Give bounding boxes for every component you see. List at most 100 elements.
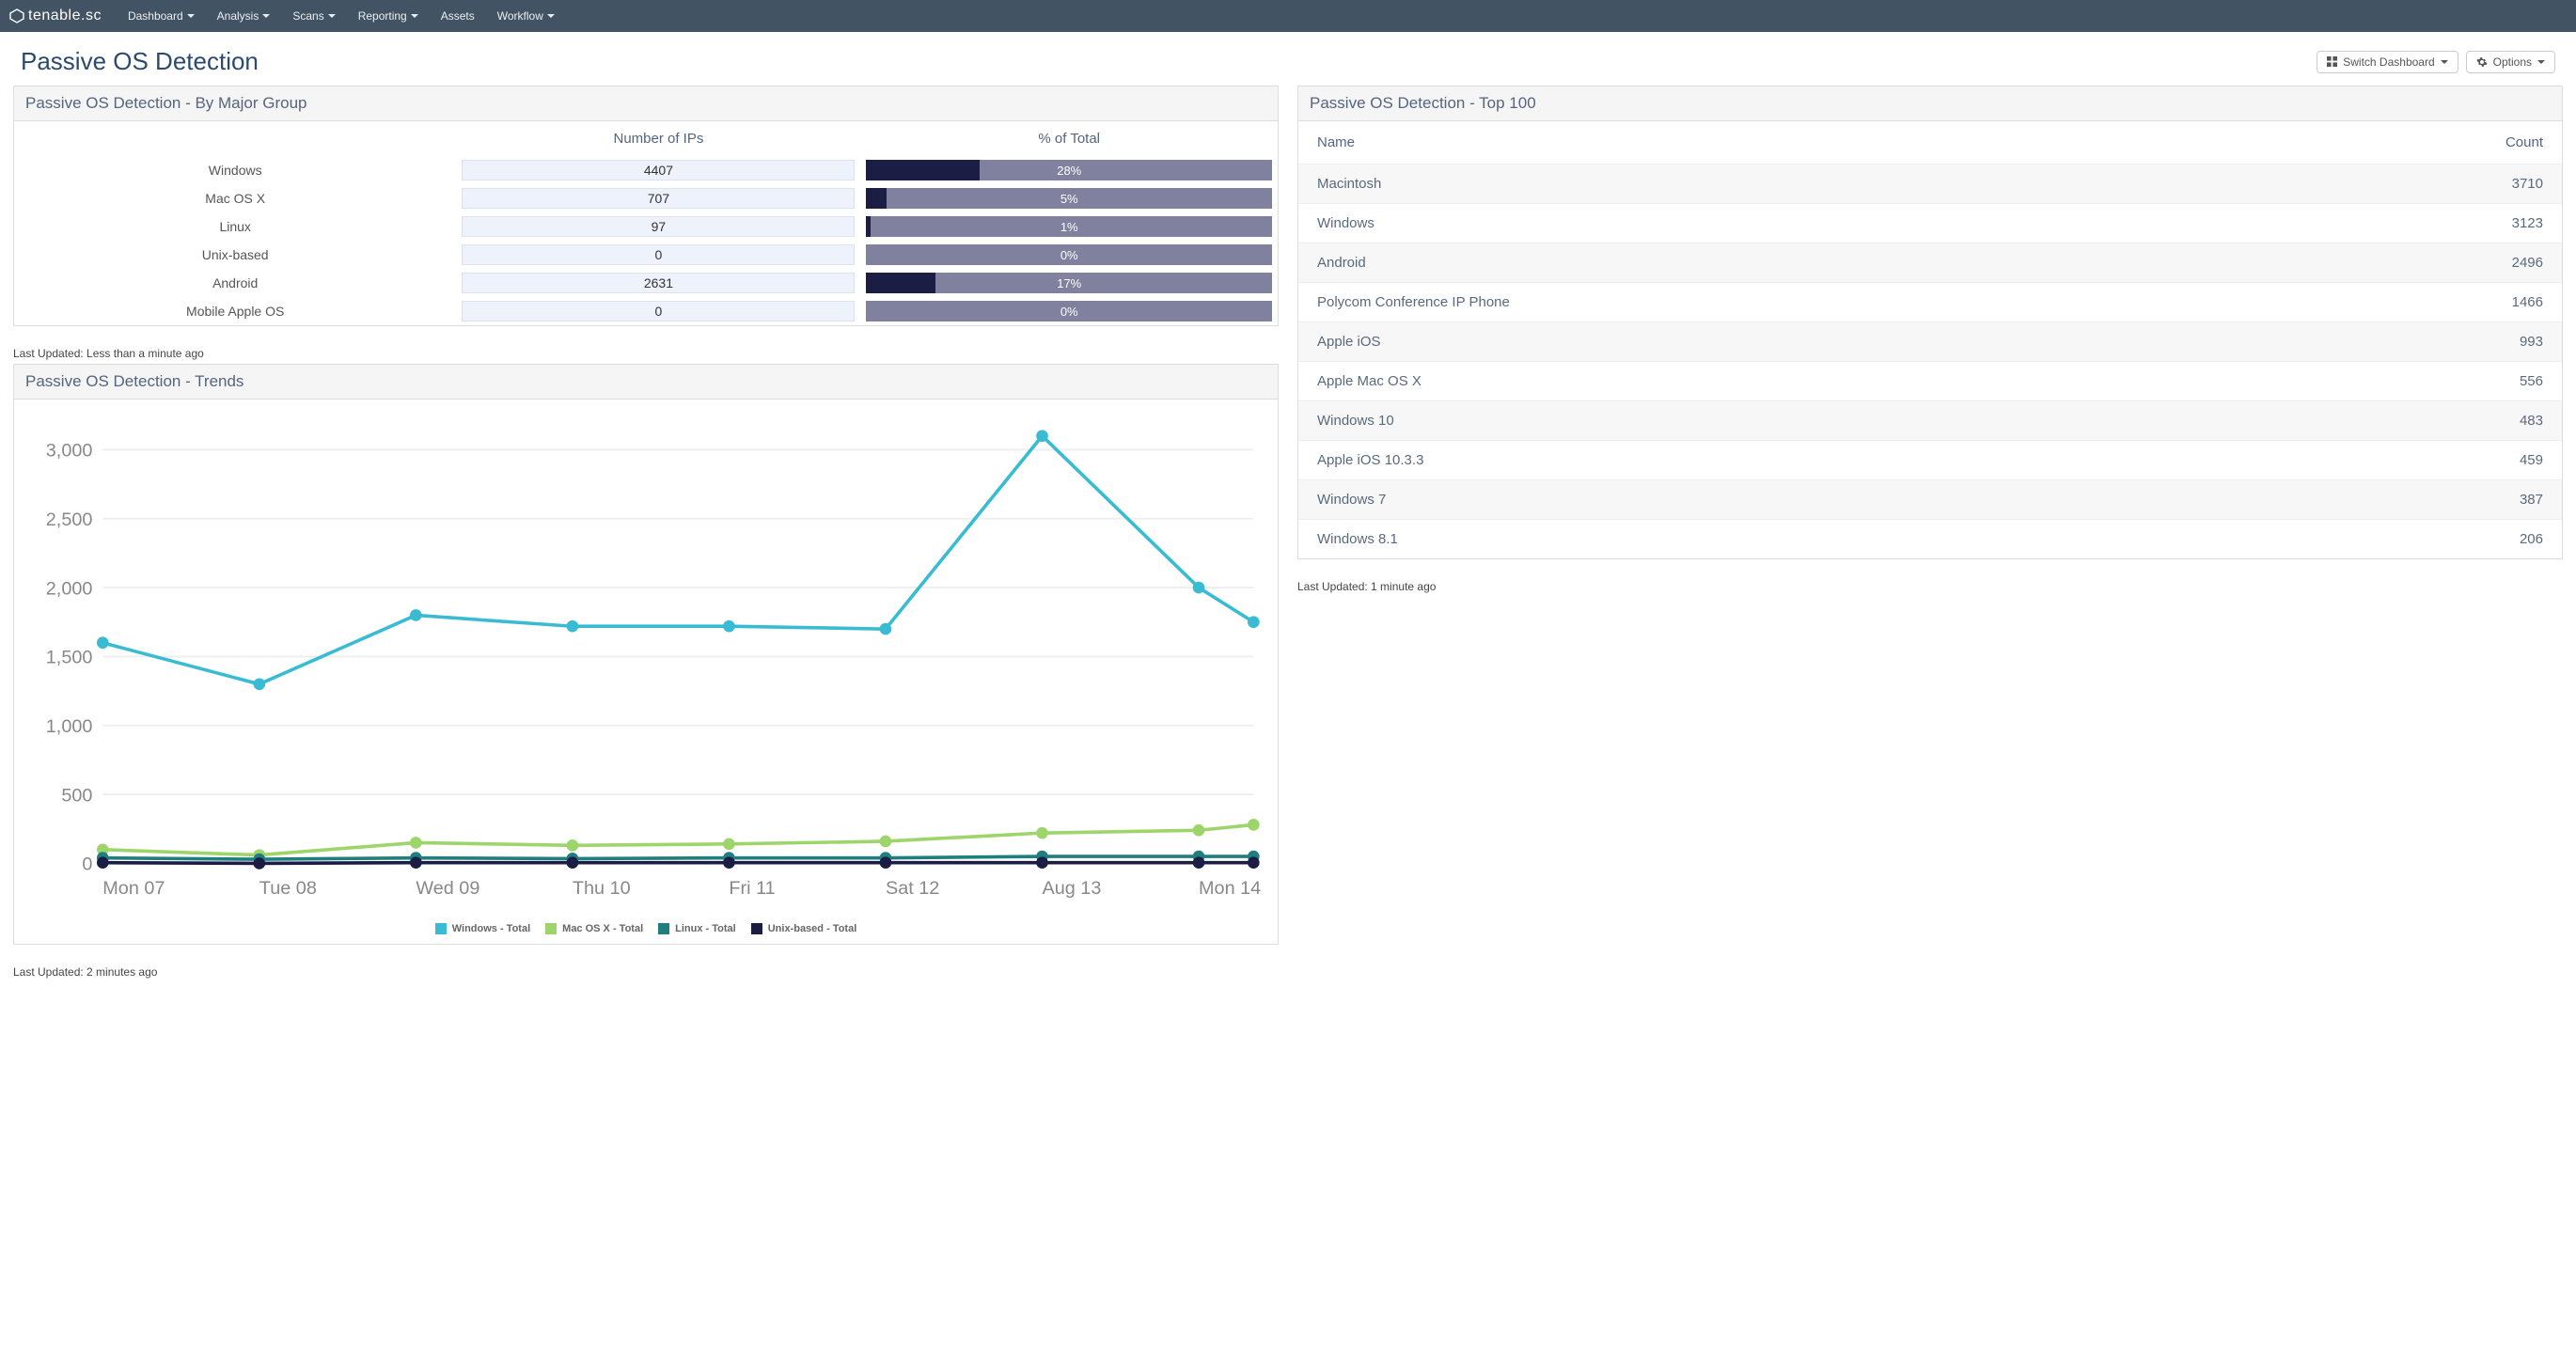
pct-bar: 1% [866, 216, 1272, 237]
table-row[interactable]: Polycom Conference IP Phone 1466 [1298, 283, 2562, 322]
svg-text:1,500: 1,500 [46, 648, 93, 668]
panel-major-group: Passive OS Detection - By Major Group Nu… [13, 86, 1279, 326]
table-row[interactable]: Apple iOS 10.3.3 459 [1298, 441, 2562, 480]
panel-trends: Passive OS Detection - Trends 05001,0001… [13, 364, 1279, 945]
legend-swatch [751, 923, 762, 934]
brand[interactable]: tenable.sc [9, 8, 102, 24]
os-count: 206 [2251, 520, 2562, 559]
svg-text:Mon 07: Mon 07 [102, 878, 165, 899]
legend-swatch [435, 923, 447, 934]
table-row[interactable]: Macintosh 3710 [1298, 165, 2562, 204]
os-name: Macintosh [1298, 165, 2251, 204]
svg-text:Mon 14: Mon 14 [1199, 878, 1261, 899]
table-row[interactable]: Linux 97 1% [14, 212, 1278, 241]
svg-text:Thu 10: Thu 10 [573, 878, 631, 899]
table-row[interactable]: Apple iOS 993 [1298, 322, 2562, 362]
grid-icon [2327, 56, 2337, 67]
col-count: Count [2251, 121, 2562, 165]
trends-legend: Windows - Total Mac OS X - Total Linux - T… [18, 917, 1274, 940]
table-row[interactable]: Unix-based 0 0% [14, 241, 1278, 269]
main-nav: DashboardAnalysis Scans Reporting Assets Wor… [117, 9, 566, 23]
legend-item[interactable]: Mac OS X - Total [545, 923, 643, 934]
table-row[interactable]: Windows 8.1 206 [1298, 520, 2562, 559]
top100-footer: Last Updated: 1 minute ago [1297, 576, 2563, 597]
table-row[interactable]: Windows 3123 [1298, 204, 2562, 243]
table-row[interactable]: Mobile Apple OS 0 0% [14, 297, 1278, 325]
page-header: Passive OS Detection Switch Dashboard Op… [0, 32, 2576, 80]
os-name: Windows 7 [1298, 480, 2251, 520]
page-title: Passive OS Detection [21, 47, 259, 76]
chevron-down-icon [2441, 60, 2448, 64]
table-row[interactable]: Mac OS X 707 5% [14, 184, 1278, 212]
ip-count: 2631 [462, 273, 855, 293]
topbar: tenable.sc DashboardAnalysis Scans Reporti… [0, 0, 2576, 32]
os-count: 459 [2251, 441, 2562, 480]
pct-bar: 0% [866, 244, 1272, 265]
svg-text:3,000: 3,000 [46, 441, 93, 462]
os-name: Apple Mac OS X [1298, 362, 2251, 401]
nav-item-scans[interactable]: Scans [281, 9, 346, 23]
os-name: Apple iOS 10.3.3 [1298, 441, 2251, 480]
nav-item-dashboard[interactable]: Dashboard [117, 9, 206, 23]
gear-icon [2476, 56, 2488, 68]
ip-count: 4407 [462, 160, 855, 180]
col-name: Name [1298, 121, 2251, 165]
os-name: Windows 8.1 [1298, 520, 2251, 559]
svg-text:2,000: 2,000 [46, 578, 93, 599]
os-label: Windows [14, 156, 456, 184]
os-name: Windows [1298, 204, 2251, 243]
legend-label: Windows - Total [452, 923, 530, 934]
legend-item[interactable]: Linux - Total [658, 923, 736, 934]
ip-count: 0 [462, 244, 855, 265]
svg-text:1,000: 1,000 [46, 716, 93, 737]
nav-label: Assets [441, 9, 475, 23]
pct-bar: 28% [866, 160, 1272, 180]
options-button[interactable]: Options [2466, 51, 2555, 73]
chevron-down-icon [411, 14, 418, 18]
svg-text:Aug 13: Aug 13 [1042, 878, 1101, 899]
os-count: 3710 [2251, 165, 2562, 204]
svg-text:Fri 11: Fri 11 [729, 878, 775, 899]
ip-count: 707 [462, 188, 855, 209]
table-row[interactable]: Android 2496 [1298, 243, 2562, 283]
panel-header: Passive OS Detection - Trends [14, 365, 1278, 400]
table-row[interactable]: Apple Mac OS X 556 [1298, 362, 2562, 401]
os-label: Unix-based [14, 241, 456, 269]
panel-header: Passive OS Detection - Top 100 [1298, 86, 2562, 121]
ip-count: 97 [462, 216, 855, 237]
table-row[interactable]: Windows 7 387 [1298, 480, 2562, 520]
legend-swatch [658, 923, 669, 934]
chevron-down-icon [328, 14, 336, 18]
chevron-down-icon [187, 14, 195, 18]
svg-text:500: 500 [61, 785, 92, 806]
chevron-down-icon [2537, 60, 2545, 64]
nav-item-analysis[interactable]: Analysis [206, 9, 282, 23]
pct-bar: 17% [866, 273, 1272, 293]
major-group-table: Number of IPs % of Total Windows 4407 28… [14, 121, 1278, 325]
switch-dashboard-label: Switch Dashboard [2343, 55, 2434, 69]
svg-text:Sat 12: Sat 12 [886, 878, 939, 899]
nav-label: Scans [292, 9, 323, 23]
os-name: Polycom Conference IP Phone [1298, 283, 2251, 322]
pct-bar: 5% [866, 188, 1272, 209]
trends-footer: Last Updated: 2 minutes ago [13, 962, 1279, 982]
os-count: 993 [2251, 322, 2562, 362]
col-ips: Number of IPs [456, 121, 860, 156]
nav-label: Reporting [358, 9, 407, 23]
nav-item-assets[interactable]: Assets [430, 9, 486, 23]
table-row[interactable]: Android 2631 17% [14, 269, 1278, 297]
os-count: 483 [2251, 401, 2562, 441]
legend-item[interactable]: Windows - Total [435, 923, 530, 934]
nav-item-reporting[interactable]: Reporting [347, 9, 430, 23]
nav-item-workflow[interactable]: Workflow [486, 9, 566, 23]
legend-swatch [545, 923, 557, 934]
switch-dashboard-button[interactable]: Switch Dashboard [2317, 51, 2458, 73]
legend-item[interactable]: Unix-based - Total [751, 923, 857, 934]
table-row[interactable]: Windows 10 483 [1298, 401, 2562, 441]
nav-label: Workflow [497, 9, 543, 23]
os-label: Linux [14, 212, 456, 241]
table-row[interactable]: Windows 4407 28% [14, 156, 1278, 184]
svg-text:Wed 09: Wed 09 [416, 878, 479, 899]
os-name: Apple iOS [1298, 322, 2251, 362]
chevron-down-icon [547, 14, 555, 18]
